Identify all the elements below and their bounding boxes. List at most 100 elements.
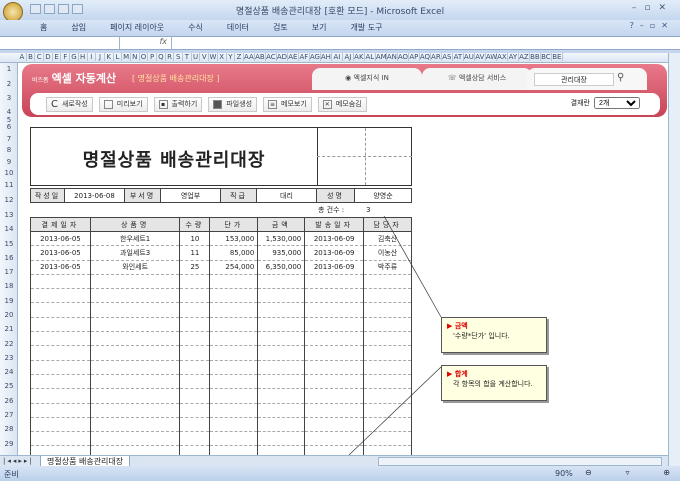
tab-developer[interactable]: 개발 도구 [350, 22, 382, 33]
table-cell[interactable] [257, 274, 306, 290]
column-header[interactable]: BE [552, 53, 563, 61]
column-header[interactable]: S [174, 53, 184, 61]
table-cell[interactable] [30, 417, 91, 433]
sheet-nav-buttons[interactable]: |◂◂▸▸| [3, 457, 34, 465]
table-cell[interactable] [257, 302, 306, 318]
table-cell[interactable] [209, 317, 259, 333]
table-cell[interactable] [363, 374, 412, 390]
table-cell[interactable] [363, 388, 412, 404]
tab-view[interactable]: 보기 [312, 22, 327, 33]
column-header[interactable]: AO [398, 53, 409, 61]
table-cell[interactable] [304, 417, 365, 433]
table-cell[interactable] [363, 403, 412, 418]
row-header[interactable]: 8 [0, 146, 18, 154]
zoom-out-icon[interactable]: ⊖ [585, 468, 592, 479]
column-header[interactable]: AZ [519, 53, 530, 61]
row-header[interactable]: 28 [0, 425, 18, 433]
table-cell[interactable] [89, 360, 181, 375]
table-cell[interactable]: 와인세트 [89, 260, 181, 275]
table-cell[interactable]: 6,350,000 [257, 260, 306, 275]
row-header[interactable]: 27 [0, 411, 18, 419]
hide-memo-button[interactable]: ✕ 메모숨김 [317, 96, 367, 112]
column-header[interactable]: AI [332, 53, 343, 61]
tab-insert[interactable]: 삽입 [71, 22, 86, 33]
help-icon[interactable]: ?–▫✕ [630, 21, 674, 30]
column-header[interactable]: AJ [343, 53, 354, 61]
table-cell[interactable] [209, 388, 259, 404]
column-header[interactable]: AB [255, 53, 266, 61]
create-file-button[interactable]: 파일생성 [208, 96, 258, 112]
table-cell[interactable]: 2013-06-09 [304, 245, 365, 261]
table-cell[interactable] [304, 288, 365, 304]
table-cell[interactable] [257, 345, 306, 361]
name-value[interactable]: 양영순 [354, 188, 412, 203]
row-header[interactable]: 12 [0, 196, 18, 204]
table-cell[interactable] [89, 403, 181, 418]
table-cell[interactable] [304, 431, 365, 447]
column-header[interactable]: I [88, 53, 97, 61]
column-header[interactable]: AQ [420, 53, 431, 61]
horizontal-scrollbar[interactable] [378, 457, 662, 466]
table-cell[interactable] [30, 288, 91, 304]
column-header[interactable]: AK [354, 53, 365, 61]
column-header[interactable]: N [131, 53, 140, 61]
table-cell[interactable] [363, 360, 412, 375]
row-header[interactable]: 4 [0, 108, 18, 116]
row-header[interactable]: 26 [0, 397, 18, 405]
column-header[interactable]: Z [235, 53, 244, 61]
slider-thumb[interactable]: ▿ [625, 468, 629, 479]
zoom-level[interactable]: 90% [555, 469, 573, 478]
column-header[interactable]: AR [431, 53, 442, 61]
search-icon[interactable]: ⚲ [617, 72, 624, 83]
row-header[interactable]: 15 [0, 240, 18, 248]
zoom-slider[interactable]: ⊖ ▿ ⊕ [585, 468, 670, 479]
table-cell[interactable] [209, 360, 259, 375]
comment-total[interactable]: ▶ 합계 각 항목의 합을 계산합니다. [441, 365, 547, 401]
zoom-in-icon[interactable]: ⊕ [663, 468, 670, 479]
table-cell[interactable] [30, 345, 91, 361]
table-cell[interactable]: 이농산 [363, 245, 412, 261]
table-cell[interactable] [30, 403, 91, 418]
search-input[interactable]: 관리대장 [534, 73, 614, 86]
row-header[interactable]: 13 [0, 211, 18, 219]
dept-value[interactable]: 영업부 [160, 188, 221, 203]
column-header[interactable]: X [218, 53, 227, 61]
show-memo-button[interactable]: ≡ 메모보기 [263, 96, 312, 112]
new-button[interactable]: C 새로작성 [46, 96, 93, 112]
row-header[interactable]: 29 [0, 440, 18, 448]
row-header[interactable]: 24 [0, 368, 18, 376]
table-cell[interactable] [257, 360, 306, 375]
row-header[interactable]: 6 [0, 123, 18, 131]
column-header[interactable]: U [192, 53, 201, 61]
column-header[interactable]: P [148, 53, 157, 61]
tab-data[interactable]: 데이터 [227, 22, 249, 33]
column-header[interactable]: AL [365, 53, 376, 61]
table-cell[interactable] [89, 274, 181, 290]
table-cell[interactable] [30, 274, 91, 290]
name-box[interactable] [0, 37, 120, 49]
table-cell[interactable] [257, 417, 306, 433]
table-cell[interactable] [30, 360, 91, 375]
rank-value[interactable]: 대리 [256, 188, 317, 203]
row-header[interactable]: 25 [0, 382, 18, 390]
row-header[interactable]: 14 [0, 225, 18, 233]
column-header[interactable]: AF [299, 53, 310, 61]
column-header[interactable]: C [35, 53, 45, 61]
column-header[interactable]: B [27, 53, 36, 61]
column-header[interactable]: AT [453, 53, 464, 61]
row-header[interactable]: 7 [0, 135, 18, 143]
table-cell[interactable] [257, 431, 306, 447]
row-header[interactable]: 19 [0, 297, 18, 305]
table-cell[interactable] [209, 274, 259, 290]
table-cell[interactable] [209, 331, 259, 347]
table-cell[interactable] [179, 388, 211, 404]
table-cell[interactable] [89, 288, 181, 304]
preview-button[interactable]: 미리보기 [98, 96, 148, 112]
row-header[interactable]: 20 [0, 311, 18, 319]
row-header[interactable]: 16 [0, 254, 18, 262]
table-cell[interactable] [89, 374, 181, 390]
column-header[interactable]: Y [227, 53, 236, 61]
excel-knowledge-tab[interactable]: ◉ 엑셀지식 IN [312, 68, 422, 90]
column-header[interactable]: AW [486, 53, 497, 61]
table-cell[interactable] [304, 374, 365, 390]
